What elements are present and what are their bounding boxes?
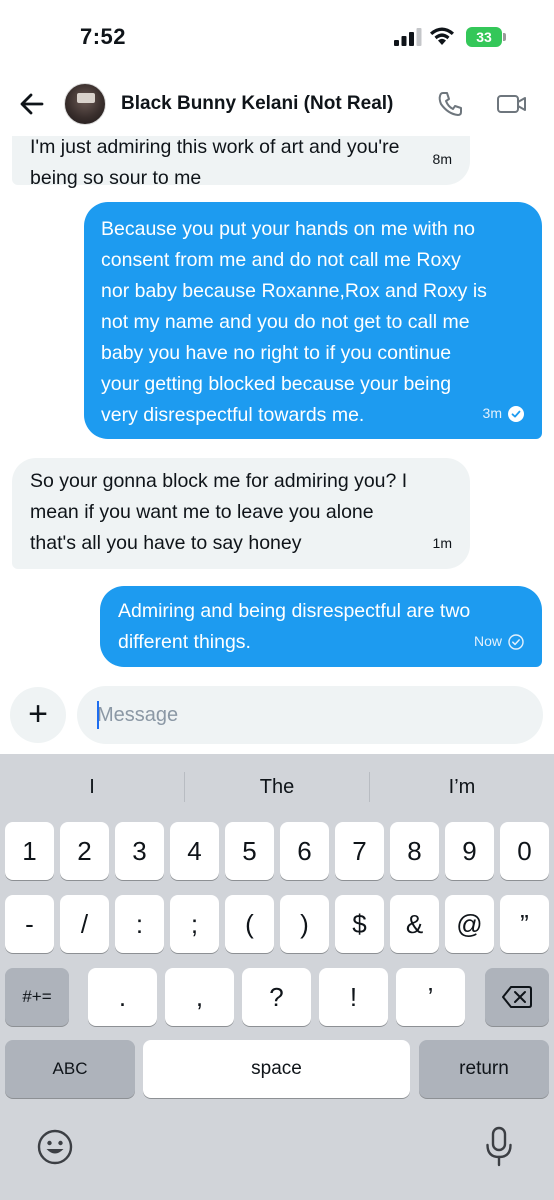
key-apostrophe[interactable]: ’	[396, 968, 465, 1026]
status-time: 7:52	[80, 24, 127, 49]
abc-key[interactable]: ABC	[5, 1040, 135, 1098]
battery-level: 33	[466, 27, 502, 47]
key-exclamation[interactable]: !	[319, 968, 388, 1026]
suggestion-divider	[369, 772, 370, 802]
plus-icon: +	[28, 695, 48, 733]
conversation-header: Black Bunny Kelani (Not Real)	[0, 72, 554, 136]
key-7[interactable]: 7	[335, 822, 384, 880]
message-text: I'm just admiring this work of art and y…	[30, 136, 400, 189]
key-8[interactable]: 8	[390, 822, 439, 880]
key-dollar[interactable]: $	[335, 895, 384, 953]
message-text: Because you put your hands on me with no…	[101, 218, 487, 426]
message-outgoing[interactable]: Admiring and being disrespectful are two…	[100, 586, 542, 667]
key-close-paren[interactable]: )	[280, 895, 329, 953]
key-question[interactable]: ?	[242, 968, 311, 1026]
key-hyphen[interactable]: -	[5, 895, 54, 953]
contact-name[interactable]: Black Bunny Kelani (Not Real)	[121, 93, 393, 115]
message-time: 3m	[482, 405, 502, 421]
key-1[interactable]: 1	[5, 822, 54, 880]
message-time: 1m	[432, 535, 452, 551]
message-outgoing[interactable]: Because you put your hands on me with no…	[84, 202, 542, 439]
key-3[interactable]: 3	[115, 822, 164, 880]
message-input[interactable]	[77, 686, 543, 744]
dm-conversation-screen: I'm just admiring this work of art and y…	[0, 0, 554, 1200]
key-5[interactable]: 5	[225, 822, 274, 880]
message-time: 8m	[432, 151, 452, 167]
space-key[interactable]: space	[143, 1040, 410, 1098]
key-quote[interactable]: ”	[500, 895, 549, 953]
avatar[interactable]	[64, 83, 106, 125]
sent-check-icon	[508, 633, 524, 650]
key-6[interactable]: 6	[280, 822, 329, 880]
message-incoming[interactable]: So your gonna block me for admiring you?…	[12, 458, 470, 569]
message-text: Admiring and being disrespectful are two…	[118, 600, 471, 653]
message-composer: +	[0, 680, 554, 754]
suggestion-2[interactable]: The	[187, 770, 367, 804]
keyboard: I The I’m 1 2 3 4 5 6 7 8 9 0 - / : ; ( …	[0, 754, 554, 1200]
key-period[interactable]: .	[88, 968, 157, 1026]
read-check-icon	[508, 405, 524, 422]
symbols-key[interactable]: #+=	[5, 968, 69, 1026]
suggestion-divider	[184, 772, 185, 802]
key-at[interactable]: @	[445, 895, 494, 953]
wifi-icon	[430, 27, 454, 45]
key-colon[interactable]: :	[115, 895, 164, 953]
status-bar: 7:52 33	[0, 0, 554, 72]
suggestion-3[interactable]: I’m	[372, 770, 552, 804]
message-meta: 8m	[433, 144, 452, 175]
cellular-signal-icon	[394, 28, 422, 46]
battery-icon: 33	[466, 27, 506, 47]
key-semicolon[interactable]: ;	[170, 895, 219, 953]
backspace-icon	[502, 986, 532, 1008]
key-9[interactable]: 9	[445, 822, 494, 880]
message-time: Now	[473, 633, 502, 649]
key-slash[interactable]: /	[60, 895, 109, 953]
delete-key[interactable]	[485, 968, 549, 1026]
avatar-image	[77, 93, 95, 103]
key-2[interactable]: 2	[60, 822, 109, 880]
emoji-icon[interactable]	[36, 1128, 74, 1166]
key-comma[interactable]: ,	[165, 968, 234, 1026]
phone-icon[interactable]	[436, 90, 464, 118]
message-text: So your gonna block me for admiring you?…	[30, 470, 408, 554]
key-0[interactable]: 0	[500, 822, 549, 880]
battery-tip	[503, 33, 506, 41]
suggestion-1[interactable]: I	[2, 770, 182, 804]
key-ampersand[interactable]: &	[390, 895, 439, 953]
message-meta: 1m	[433, 528, 452, 559]
return-key[interactable]: return	[419, 1040, 549, 1098]
message-meta: 3m	[483, 398, 524, 429]
add-attachment-button[interactable]: +	[10, 687, 66, 743]
text-caret	[97, 701, 99, 729]
key-4[interactable]: 4	[170, 822, 219, 880]
back-arrow-icon[interactable]	[16, 88, 48, 120]
message-meta: Now	[474, 626, 524, 657]
video-camera-icon[interactable]	[496, 90, 528, 118]
microphone-icon[interactable]	[484, 1126, 514, 1168]
key-open-paren[interactable]: (	[225, 895, 274, 953]
